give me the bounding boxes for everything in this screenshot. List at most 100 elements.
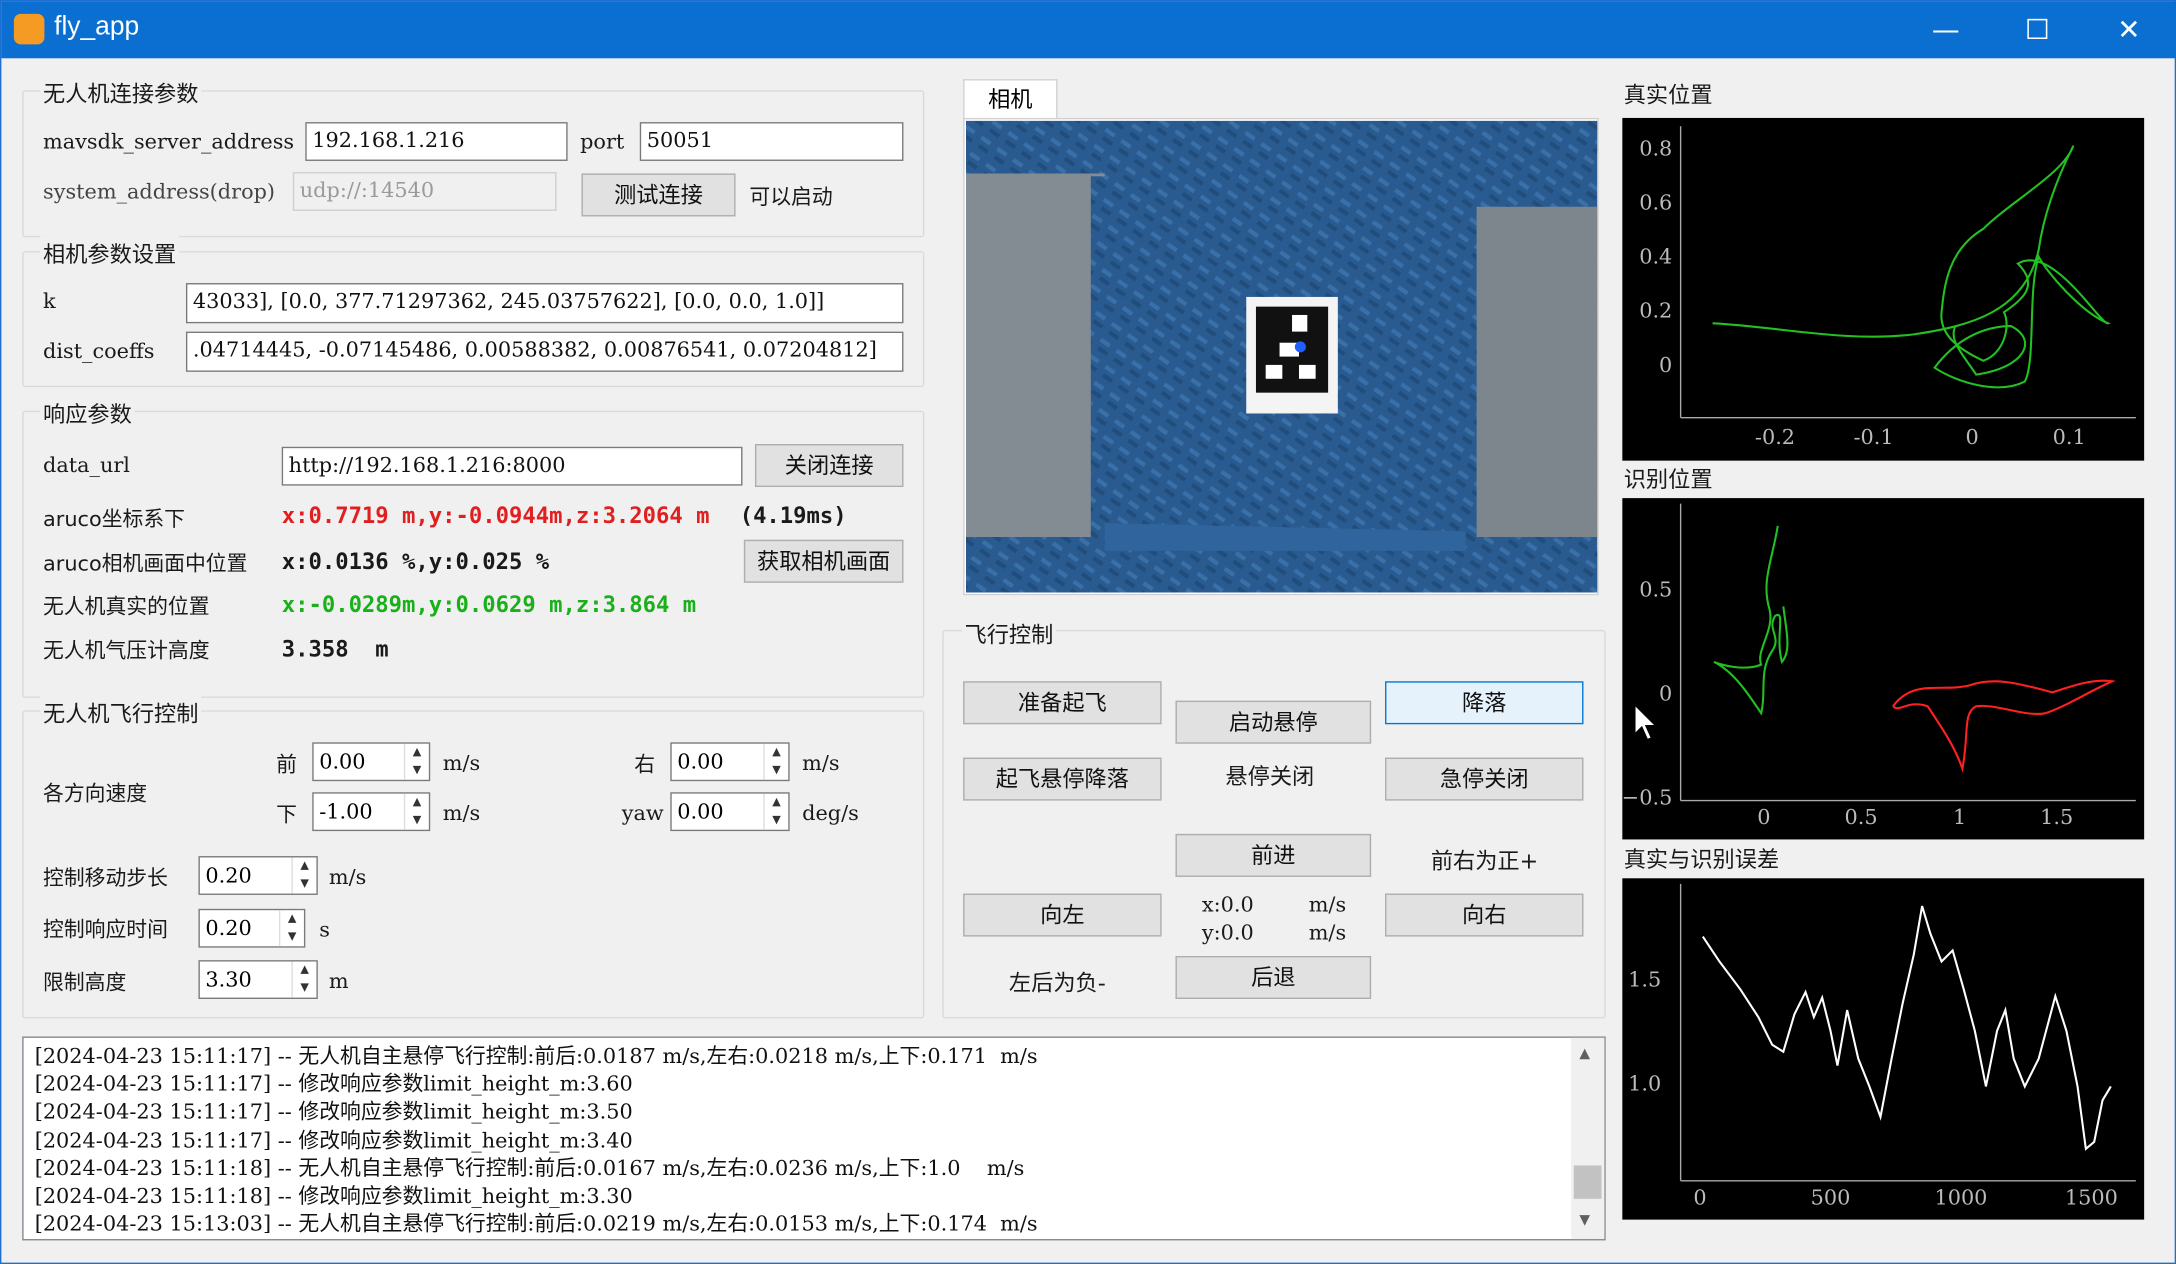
title-bar [1,1,2176,59]
log-line: [2024-04-23 15:11:17] -- 修改响应参数limit_hei… [34,1099,633,1125]
speed-label: 各方向速度 [43,781,148,807]
right-label: 右 [634,752,656,777]
y-tick: 0.8 [1639,136,1672,160]
scroll-down-icon[interactable]: ▼ [1579,1213,1590,1228]
connection-group-title: 无人机连接参数 [40,74,202,109]
spin-arrows[interactable]: ▲ ▼ [763,743,788,780]
left-back-negative-note: 左后为负- [1008,969,1106,997]
log-scrollbar[interactable]: ▲ ▼ [1570,1037,1605,1240]
right-speed-spinbox[interactable]: 0.00 ▲ ▼ [670,742,790,782]
spin-arrows[interactable]: ▲ ▼ [403,793,429,830]
spin-arrows[interactable]: ▲ ▼ [278,910,304,947]
scroll-up-icon[interactable]: ▲ [1579,1046,1590,1061]
system-address-label: system_address(drop) [43,178,276,204]
response-time-spinbox[interactable]: 0.20 ▲ ▼ [198,908,306,948]
fly-control-title: 飞行控制 [961,616,1057,650]
ident-green-trace [1713,525,1789,716]
server-address-label: mavsdk_server_address [43,129,295,155]
step-spinbox[interactable]: 0.20 ▲ ▼ [198,856,318,895]
k-input[interactable]: 43033], [0.0, 377.71297362, 245.03757622… [185,283,904,324]
flight-control-title: 无人机飞行控制 [40,695,202,729]
y-tick: 0 [1659,682,1672,706]
true-position-label: 无人机真实的位置 [43,593,210,619]
test-connection-button[interactable]: 测试连接 [581,173,736,217]
start-hover-button[interactable]: 启动悬停 [1175,700,1372,744]
down-unit: m/s [442,800,481,826]
x-tick: 1.5 [2040,805,2073,829]
height-limit-spinbox[interactable]: 3.30 ▲ ▼ [198,960,318,1000]
x-tick: 0.1 [2053,425,2086,449]
right-button[interactable]: 向右 [1385,893,1584,937]
ident-red-trace [1892,679,2116,773]
step-label: 控制移动步长 [43,865,168,891]
log-line: [2024-04-23 15:13:03] -- 无人机自主悬停飞行控制:前后:… [34,1211,1038,1237]
step-unit: m/s [328,864,367,890]
server-address-input[interactable]: 192.168.1.216 [305,122,568,161]
down-speed-value: -1.00 [319,799,373,825]
x-tick: 1 [1953,805,1966,829]
front-speed-spinbox[interactable]: 0.00 ▲ ▼ [312,742,431,782]
log-line: [2024-04-23 15:11:17] -- 修改响应参数limit_hei… [34,1071,633,1097]
aruco-coord-label: aruco坐标系下 [43,506,185,532]
y-speed-readout: y:0.0 [1201,919,1254,945]
x-tick: 1500 [2065,1185,2118,1209]
x-tick: 500 [1811,1185,1851,1209]
true-position-plot: 0.8 0.6 0.4 0.2 0 -0.2 -0.1 0 0.1 [1622,117,2145,461]
baro-height-value: 3.358 m [281,635,389,662]
system-address-input: udp://:14540 [292,172,557,211]
scroll-thumb[interactable] [1573,1165,1602,1199]
x-tick: 0 [1693,1185,1706,1209]
tab-camera[interactable]: 相机 [963,79,1058,120]
close-button[interactable]: ✕ [2083,1,2175,58]
y-tick: 0.4 [1639,245,1672,269]
port-input[interactable]: 50051 [639,122,904,161]
spin-arrows[interactable]: ▲ ▼ [291,857,316,894]
true-position-value: x:-0.0289m,y:0.0629 m,z:3.864 m [281,591,697,618]
forward-button[interactable]: 前进 [1175,833,1372,877]
log-line: [2024-04-23 15:11:17] -- 修改响应参数limit_hei… [34,1127,633,1153]
dist-coeffs-label: dist_coeffs [43,338,155,364]
height-limit-unit: m [328,968,349,994]
x-tick: 0 [1965,425,1978,449]
back-button[interactable]: 后退 [1175,955,1372,1000]
prepare-takeoff-button[interactable]: 准备起飞 [963,681,1162,725]
maximize-button[interactable]: ☐ [1991,1,2083,58]
window-title: fly_app [54,12,140,42]
get-camera-image-button[interactable]: 获取相机画面 [743,539,904,583]
x-tick: 0.5 [1844,805,1877,829]
yaw-speed-spinbox[interactable]: 0.00 ▲ ▼ [670,792,790,832]
spin-arrows[interactable]: ▲ ▼ [291,961,316,998]
left-button[interactable]: 向左 [963,893,1162,937]
forward-right-positive-note: 前右为正+ [1430,847,1539,875]
y-speed-unit: m/s [1308,919,1347,945]
response-time-unit: s [319,917,330,943]
land-button[interactable]: 降落 [1385,681,1584,725]
dist-coeffs-input[interactable]: .04714445, -0.07145486, 0.00588382, 0.00… [185,331,904,372]
connection-group [22,90,925,238]
y-tick: 0.6 [1639,191,1672,215]
ident-position-plot-title: 识别位置 [1623,466,1713,493]
aruco-time-value: (4.19ms) [739,502,847,529]
log-line: [2024-04-23 15:11:17] -- 无人机自主悬停飞行控制:前后:… [34,1043,1038,1069]
y-tick: 0.2 [1639,299,1672,323]
down-speed-spinbox[interactable]: -1.00 ▲ ▼ [312,792,431,832]
aruco-coord-value: x:0.7719 m,y:-0.0944m,z:3.2064 m [281,502,710,529]
spin-arrows[interactable]: ▲ ▼ [763,793,788,830]
error-trace [1701,905,2112,1151]
log-panel[interactable]: [2024-04-23 15:11:17] -- 无人机自主悬停飞行控制:前后:… [22,1036,1606,1241]
estop-button[interactable]: 急停关闭 [1385,757,1584,801]
close-connection-button[interactable]: 关闭连接 [754,444,904,488]
true-position-trace [1712,145,2111,389]
spin-arrows[interactable]: ▲ ▼ [403,743,429,780]
yaw-label: yaw [621,800,664,826]
minimize-button[interactable]: — [1900,1,1992,58]
response-time-value: 0.20 [205,915,252,941]
height-limit-label: 限制高度 [43,969,127,995]
camera-image [965,120,1598,593]
y-tick: 0.5 [1639,578,1672,602]
log-lines: [2024-04-23 15:11:17] -- 无人机自主悬停飞行控制:前后:… [35,1042,1038,1238]
takeoff-hover-land-button[interactable]: 起飞悬停降落 [963,757,1162,801]
data-url-input[interactable]: http://192.168.1.216:8000 [281,446,743,486]
true-position-plot-title: 真实位置 [1623,81,1713,109]
aruco-camera-pos-label: aruco相机画面中位置 [43,550,248,576]
